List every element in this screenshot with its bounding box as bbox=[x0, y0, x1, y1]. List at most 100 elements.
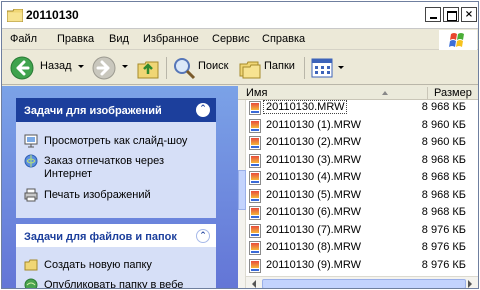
sort-arrow-icon bbox=[382, 91, 388, 95]
image-tasks-header[interactable]: Задачи для изображений ⌃ bbox=[16, 98, 216, 122]
toolbar-separator bbox=[166, 57, 167, 79]
raw-image-file-icon bbox=[249, 188, 261, 203]
task-pane: Задачи для изображений ⌃ Просмотреть как… bbox=[2, 86, 238, 289]
column-divider[interactable] bbox=[427, 87, 428, 99]
file-name: 20110130 (8).MRW bbox=[266, 241, 361, 253]
menu-tools[interactable]: Сервис bbox=[212, 33, 250, 45]
file-size: 8 960 КБ bbox=[421, 118, 466, 131]
file-row[interactable]: 20110130 (9).MRW 8 976 КБ bbox=[246, 258, 478, 274]
back-button[interactable]: Назад bbox=[10, 56, 86, 80]
task-new-folder[interactable]: Создать новую папку bbox=[24, 258, 214, 274]
menu-edit[interactable]: Правка bbox=[57, 33, 94, 45]
file-row[interactable]: 20110130 (6).MRW 8 968 КБ bbox=[246, 205, 478, 221]
file-name: 20110130 (5).MRW bbox=[266, 188, 361, 201]
raw-image-file-icon bbox=[249, 136, 261, 150]
file-row[interactable]: 20110130 (7).MRW 8 976 КБ bbox=[246, 223, 478, 239]
file-tasks-title: Задачи для файлов и папок bbox=[24, 231, 177, 243]
image-tasks-title: Задачи для изображений bbox=[24, 105, 162, 117]
raw-image-file-icon bbox=[249, 258, 261, 273]
forward-dropdown-icon[interactable] bbox=[122, 65, 128, 68]
file-name: 20110130 (7).MRW bbox=[266, 223, 361, 236]
vertical-scroll-thumb[interactable] bbox=[238, 170, 246, 210]
raw-image-file-icon bbox=[249, 101, 261, 115]
task-slideshow-label: Просмотреть как слайд-шоу bbox=[44, 135, 188, 147]
back-dropdown-icon[interactable] bbox=[78, 65, 84, 68]
forward-button[interactable] bbox=[92, 56, 128, 80]
file-row[interactable]: 20110130 (2).MRW 8 960 КБ bbox=[246, 135, 478, 151]
views-icon bbox=[311, 58, 333, 78]
file-row[interactable]: 20110130 (8).MRW 8 976 КБ bbox=[246, 240, 478, 256]
file-name: 20110130 (6).MRW bbox=[266, 206, 361, 218]
raw-image-file-icon bbox=[249, 206, 261, 220]
raw-image-file-icon bbox=[249, 241, 261, 255]
file-size: 8 968 КБ bbox=[421, 171, 466, 183]
file-size: 8 960 КБ bbox=[421, 136, 466, 148]
folder-icon bbox=[7, 9, 23, 22]
image-tasks-panel: Задачи для изображений ⌃ Просмотреть как… bbox=[16, 98, 216, 218]
back-arrow-icon bbox=[10, 56, 34, 80]
file-tasks-panel: Задачи для файлов и папок ⌃ Создать нову… bbox=[16, 224, 216, 289]
file-row[interactable]: 20110130 (5).MRW 8 968 КБ bbox=[246, 188, 478, 204]
scroll-right-icon[interactable] bbox=[468, 280, 472, 288]
search-label: Поиск bbox=[198, 60, 229, 72]
task-publish-web[interactable]: Опубликовать папку в вебе bbox=[24, 278, 214, 289]
file-row[interactable]: 20110130.MRW 8 968 КБ bbox=[246, 100, 478, 116]
file-tasks-header[interactable]: Задачи для файлов и папок ⌃ bbox=[16, 224, 216, 248]
file-size: 8 976 КБ bbox=[421, 258, 466, 271]
close-button[interactable]: × bbox=[461, 7, 477, 22]
column-name-header[interactable]: Имя bbox=[246, 87, 267, 99]
views-button[interactable] bbox=[310, 56, 346, 80]
raw-image-file-icon bbox=[249, 223, 261, 238]
file-size: 8 976 КБ bbox=[421, 223, 466, 236]
file-size: 8 968 КБ bbox=[421, 153, 466, 166]
task-order-prints[interactable]: Заказ отпечатков через Интернет bbox=[24, 154, 214, 184]
window-title: 20110130 bbox=[26, 8, 79, 22]
folders-button[interactable]: Папки bbox=[238, 56, 302, 80]
collapse-chevron-icon[interactable]: ⌃ bbox=[196, 103, 210, 117]
file-row[interactable]: 20110130 (4).MRW 8 968 КБ bbox=[246, 170, 478, 186]
task-publish-web-label: Опубликовать папку в вебе bbox=[44, 279, 184, 289]
column-size-header[interactable]: Размер bbox=[434, 87, 472, 99]
new-folder-icon bbox=[24, 259, 38, 271]
search-icon bbox=[174, 58, 196, 80]
close-icon: × bbox=[464, 9, 474, 20]
scroll-left-icon[interactable] bbox=[252, 280, 256, 288]
task-print-label: Печать изображений bbox=[44, 189, 151, 201]
menu-file[interactable]: Файл bbox=[10, 33, 37, 45]
publish-web-icon bbox=[24, 278, 38, 288]
minimize-button[interactable] bbox=[425, 7, 441, 22]
menu-help[interactable]: Справка bbox=[262, 33, 305, 45]
file-row[interactable]: 20110130 (1).MRW 8 960 КБ bbox=[246, 118, 478, 134]
raw-image-file-icon bbox=[249, 153, 261, 168]
file-list-view: Имя Размер 20110130.MRW 8 968 КБ 2011013… bbox=[238, 86, 478, 288]
file-name: 20110130.MRW bbox=[262, 100, 348, 114]
collapse-chevron-icon[interactable]: ⌃ bbox=[196, 229, 210, 243]
folders-icon bbox=[239, 61, 261, 79]
toolbar: Назад Поиск Папки bbox=[2, 51, 478, 85]
file-row[interactable]: 20110130 (3).MRW 8 968 КБ bbox=[246, 153, 478, 169]
file-name: 20110130 (3).MRW bbox=[266, 153, 361, 166]
task-print-images[interactable]: Печать изображений bbox=[24, 188, 214, 204]
title-bar[interactable]: 20110130 × bbox=[2, 2, 478, 29]
folders-label: Папки bbox=[264, 60, 295, 72]
windows-flag-icon bbox=[449, 33, 464, 47]
file-name: 20110130 (9).MRW bbox=[266, 258, 361, 271]
menu-view[interactable]: Вид bbox=[109, 33, 129, 45]
horizontal-scrollbar[interactable] bbox=[246, 276, 478, 288]
vertical-scrollbar[interactable] bbox=[238, 100, 246, 288]
task-new-folder-label: Создать новую папку bbox=[44, 259, 152, 271]
file-size: 8 968 КБ bbox=[421, 188, 466, 201]
maximize-button[interactable] bbox=[443, 7, 459, 22]
file-size: 8 976 КБ bbox=[421, 241, 466, 253]
file-name: 20110130 (4).MRW bbox=[266, 171, 361, 183]
menu-favorites[interactable]: Избранное bbox=[143, 33, 199, 45]
windows-logo bbox=[439, 30, 477, 50]
up-folder-button[interactable] bbox=[136, 56, 160, 80]
order-prints-icon bbox=[24, 154, 38, 168]
toolbar-separator bbox=[304, 57, 305, 79]
task-slideshow[interactable]: Просмотреть как слайд-шоу bbox=[24, 134, 214, 150]
menu-bar: Файл Правка Вид Избранное Сервис Справка bbox=[2, 30, 478, 50]
views-dropdown-icon[interactable] bbox=[338, 66, 344, 69]
search-button[interactable]: Поиск bbox=[172, 56, 232, 80]
horizontal-scroll-thumb[interactable] bbox=[262, 279, 466, 288]
